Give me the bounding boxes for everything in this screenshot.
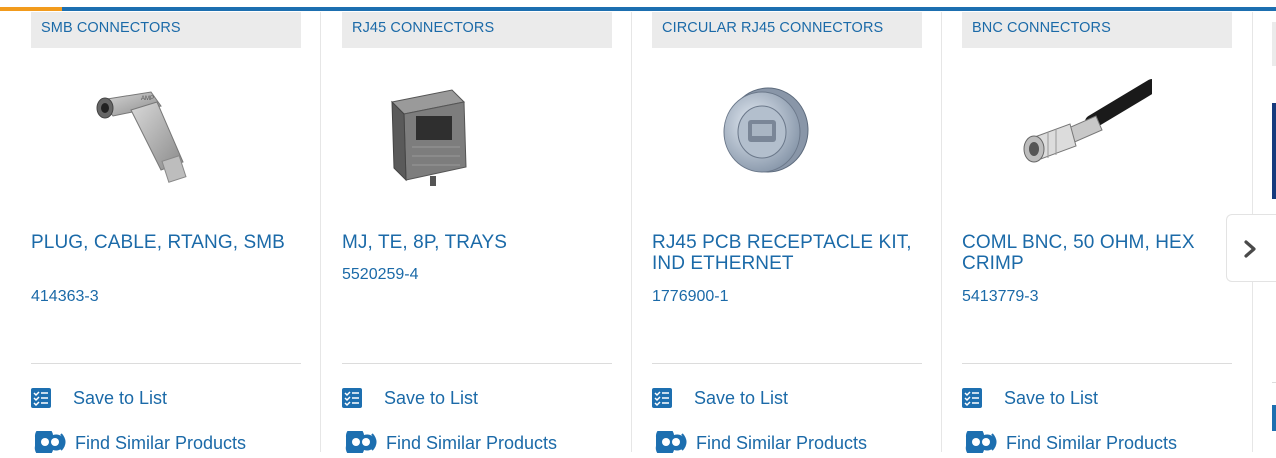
category-label[interactable]: CIRCULAR RJ45 CONNECTORS (652, 12, 922, 48)
card-divider (631, 12, 632, 452)
save-to-list-label: Save to List (694, 388, 789, 408)
checklist-icon (31, 388, 51, 413)
card-divider (941, 12, 942, 452)
separator (342, 363, 612, 364)
product-image-smb-plug[interactable]: AMP (61, 72, 221, 192)
part-number-link[interactable]: 5413779-3 (962, 287, 1039, 307)
product-title-link[interactable]: COML BNC, 50 OHM, HEX CRIMP (962, 232, 1222, 274)
partial-card-separator (1272, 382, 1276, 383)
save-to-list-label: Save to List (73, 388, 168, 408)
find-similar-icon (962, 426, 1000, 458)
part-number-link[interactable]: 414363-3 (31, 287, 99, 307)
find-similar-icon (652, 426, 690, 458)
find-similar-label: Find Similar Products (75, 433, 247, 453)
save-to-list-label: Save to List (1004, 388, 1099, 408)
product-title-link[interactable]: RJ45 PCB RECEPTACLE KIT, IND ETHERNET (652, 232, 912, 274)
find-similar-label: Find Similar Products (386, 433, 558, 453)
product-card: RJ45 CONNECTORS MJ, TE, 8P, TRAYS 552025… (342, 12, 612, 458)
checklist-icon (962, 388, 982, 413)
category-label[interactable]: SMB CONNECTORS (31, 12, 301, 48)
product-card: CIRCULAR RJ45 CONNECTORS RJ45 PCB RECEPT… (652, 12, 922, 458)
find-similar-label: Find Similar Products (1006, 433, 1178, 453)
partial-card-image (1272, 103, 1276, 199)
find-similar-icon (342, 426, 380, 458)
separator (31, 363, 301, 364)
product-image-rj45-jack[interactable] (372, 72, 532, 192)
part-number-link[interactable]: 1776900-1 (652, 287, 729, 307)
product-image-bnc-connector[interactable] (992, 72, 1159, 192)
carousel-next-button[interactable] (1226, 214, 1276, 282)
accent-bar-orange (0, 7, 62, 11)
separator (962, 363, 1232, 364)
partial-card-icon (1272, 405, 1276, 431)
separator (652, 363, 922, 364)
save-to-list-label: Save to List (384, 388, 479, 408)
product-image-circular-rj45[interactable] (682, 72, 842, 192)
accent-bar-blue (0, 7, 1276, 11)
chevron-right-icon (1244, 240, 1256, 258)
checklist-icon (652, 388, 672, 413)
product-card: BNC CONNECTORS COML BNC, 50 OHM, HEX CRI… (962, 12, 1232, 458)
checklist-icon (342, 388, 362, 413)
top-accent-bar (0, 0, 1276, 11)
product-card: SMB CONNECTORS AMP PLUG, CABLE, RTANG, S… (31, 12, 301, 458)
card-divider (320, 12, 321, 452)
partial-card-category (1272, 22, 1276, 66)
find-similar-icon (31, 426, 69, 458)
find-similar-label: Find Similar Products (696, 433, 868, 453)
svg-text:AMP: AMP (141, 96, 154, 102)
product-title-link[interactable]: MJ, TE, 8P, TRAYS (342, 232, 602, 253)
part-number-link[interactable]: 5520259-4 (342, 265, 419, 285)
product-title-link[interactable]: PLUG, CABLE, RTANG, SMB (31, 232, 291, 253)
category-label[interactable]: BNC CONNECTORS (962, 12, 1232, 48)
category-label[interactable]: RJ45 CONNECTORS (342, 12, 612, 48)
